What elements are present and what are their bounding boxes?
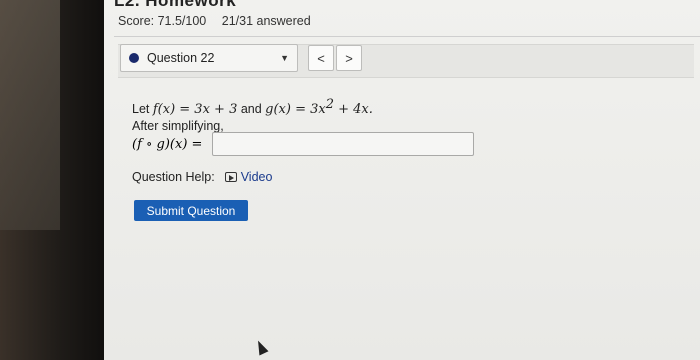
let-text: Let xyxy=(132,102,153,117)
mouse-cursor-icon xyxy=(253,338,269,356)
monitor-bezel xyxy=(0,0,112,360)
answered-count: 21/31 answered xyxy=(221,14,311,28)
submit-question-button[interactable]: Submit Question xyxy=(134,200,248,221)
problem-statement: Let f(x) = 3x + 3 and g(x) = 3x2 + 4x. A… xyxy=(132,96,373,135)
score-text: Score: 71.5/100 xyxy=(118,14,207,28)
page-title: L2. Homework xyxy=(114,0,237,10)
help-label: Question Help: xyxy=(132,170,215,184)
f-definition: f(x) = 3x + 3 xyxy=(152,102,238,118)
question-help: Question Help: Video xyxy=(132,170,272,184)
answer-input[interactable] xyxy=(212,132,475,156)
next-question-button[interactable]: > xyxy=(336,45,362,71)
background-wall xyxy=(0,0,60,230)
prev-question-button[interactable]: < xyxy=(308,45,334,71)
chevron-right-icon: > xyxy=(345,50,353,66)
video-link[interactable]: Video xyxy=(241,170,273,184)
video-play-icon[interactable] xyxy=(224,172,237,182)
g-definition-rhs: + 4x. xyxy=(334,102,373,118)
question-select-label: Question 22 xyxy=(147,51,215,65)
score-line: Score: 71.5/100 21/31 answered xyxy=(118,14,323,28)
header-divider xyxy=(114,36,700,37)
answer-row: (f ∘ g)(x) = xyxy=(132,132,475,156)
question-select[interactable]: Question 22 ▼ xyxy=(120,44,298,72)
g-exponent: 2 xyxy=(325,97,334,112)
and-text: and xyxy=(237,102,266,117)
question-status-dot xyxy=(129,53,139,63)
screen: L2. Homework Score: 71.5/100 21/31 answe… xyxy=(104,0,700,360)
g-definition-lhs: g(x) = 3x xyxy=(265,102,326,118)
chevron-left-icon: < xyxy=(317,50,325,66)
problem-line-1: Let f(x) = 3x + 3 and g(x) = 3x2 + 4x. xyxy=(132,96,373,118)
caret-down-icon: ▼ xyxy=(280,53,289,63)
composition-label: (f ∘ g)(x) = xyxy=(132,136,203,152)
